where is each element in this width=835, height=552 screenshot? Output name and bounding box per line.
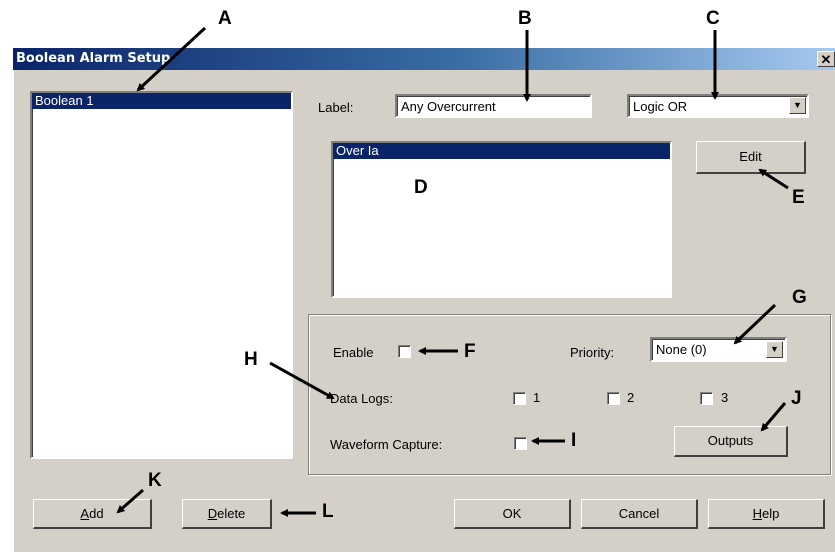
conditions-list[interactable]: Over Ia xyxy=(331,141,672,298)
edit-button[interactable]: Edit xyxy=(696,141,806,174)
data-logs-label: Data Logs: xyxy=(330,391,393,406)
close-button[interactable]: ✕ xyxy=(817,51,835,67)
data-log-1-label: 1 xyxy=(533,390,541,405)
label-input[interactable]: Any Overcurrent xyxy=(395,94,592,118)
data-log-2-label: 2 xyxy=(627,390,635,405)
dialog-title: Boolean Alarm Setup xyxy=(16,51,171,66)
ok-button[interactable]: OK xyxy=(454,499,571,529)
logic-dropdown-arrow-icon[interactable]: ▼ xyxy=(789,97,806,114)
enable-label: Enable xyxy=(333,345,374,360)
callout-f: F xyxy=(464,341,476,362)
callout-g: G xyxy=(792,287,807,308)
priority-dropdown-arrow-icon[interactable]: ▼ xyxy=(766,341,783,358)
priority-label: Priority: xyxy=(570,345,615,360)
callout-c: C xyxy=(706,8,720,29)
callout-b: B xyxy=(518,8,532,29)
delete-label: elete xyxy=(217,506,246,521)
delete-button[interactable]: Delete xyxy=(182,499,272,529)
callout-i: I xyxy=(571,430,577,451)
callout-h: H xyxy=(244,349,258,370)
data-log-3-label: 3 xyxy=(721,390,729,405)
help-mnemonic: H xyxy=(752,506,763,521)
list-item[interactable]: Over Ia xyxy=(333,143,670,159)
logic-dropdown-value: Logic OR xyxy=(633,99,688,114)
waveform-checkbox[interactable] xyxy=(514,437,527,450)
priority-dropdown-value: None (0) xyxy=(656,342,707,357)
add-mnemonic: A xyxy=(80,506,90,521)
help-button[interactable]: Help xyxy=(708,499,825,529)
add-button[interactable]: Add xyxy=(33,499,152,529)
callout-a: A xyxy=(218,8,232,29)
callout-e: E xyxy=(792,187,805,208)
add-label: dd xyxy=(89,506,104,521)
data-log-3-checkbox[interactable] xyxy=(700,392,713,405)
alarm-list[interactable]: Boolean 1 xyxy=(30,91,293,459)
enable-checkbox[interactable] xyxy=(398,345,411,358)
data-log-2-checkbox[interactable] xyxy=(607,392,620,405)
callout-k: K xyxy=(148,470,162,491)
list-item[interactable]: Boolean 1 xyxy=(32,93,291,109)
callout-d: D xyxy=(414,177,428,198)
callout-j: J xyxy=(791,388,802,409)
label-caption: Label: xyxy=(318,100,354,115)
cancel-button[interactable]: Cancel xyxy=(581,499,698,529)
callout-l: L xyxy=(322,501,334,522)
help-label: elp xyxy=(762,506,780,521)
outputs-button[interactable]: Outputs xyxy=(674,426,788,457)
data-log-1-checkbox[interactable] xyxy=(513,392,526,405)
logic-dropdown[interactable]: Logic OR xyxy=(627,94,809,118)
label-input-value: Any Overcurrent xyxy=(401,99,496,114)
waveform-label: Waveform Capture: xyxy=(330,437,443,452)
delete-mnemonic: D xyxy=(207,506,218,521)
